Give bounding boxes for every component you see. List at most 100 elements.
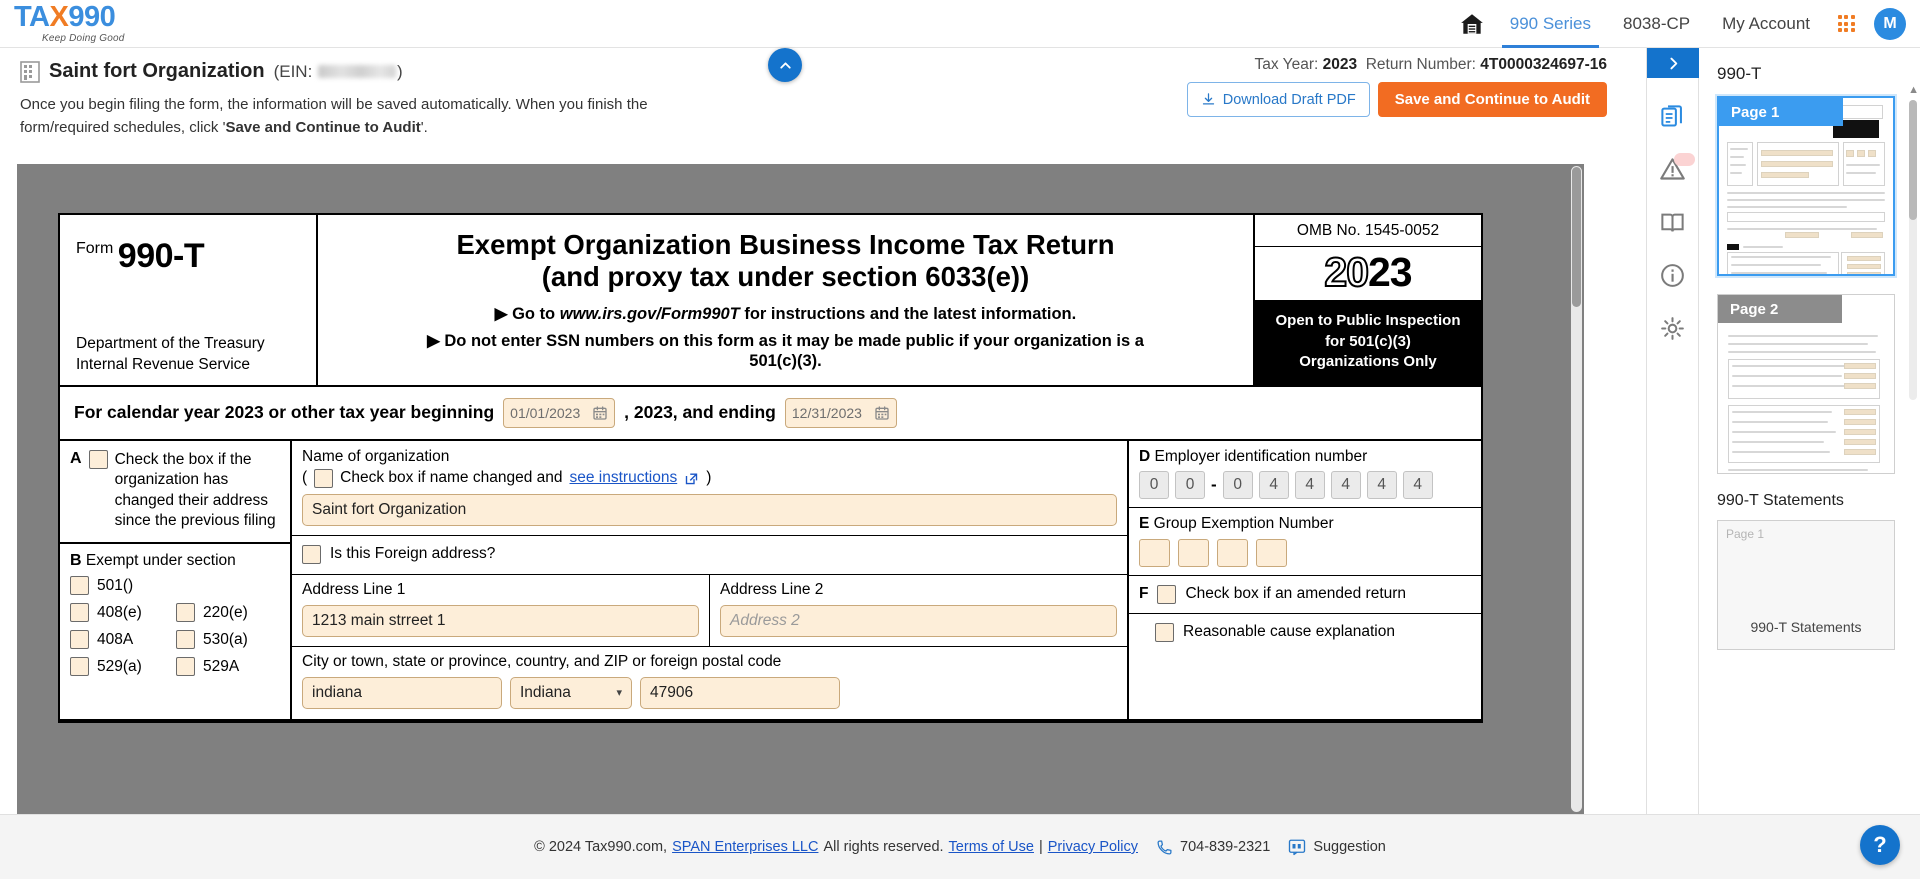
city-state-zip-label: City or town, state or province, country… (302, 653, 1117, 671)
nav-item-8038-cp[interactable]: 8038-CP (1607, 0, 1706, 48)
city-input[interactable]: indiana (302, 677, 502, 709)
group-exemption-digit[interactable] (1256, 539, 1287, 567)
city-state-zip-inputs: indiana Indiana ▾ 47906 (302, 677, 1117, 709)
tax-year-end-input[interactable]: 12/31/2023 (785, 398, 897, 428)
scroll-up-icon[interactable]: ▲ (1908, 84, 1919, 96)
nav-item-my-account[interactable]: My Account (1706, 0, 1826, 48)
address-line-1-label: Address Line 1 (302, 581, 699, 599)
help-button[interactable]: ? (1860, 825, 1900, 865)
section-a-letter: A (70, 450, 82, 532)
form-990t-page: Form 990-T Department of the Treasury In… (58, 213, 1483, 723)
checkbox-box[interactable] (70, 630, 89, 649)
calendar-icon (874, 405, 890, 421)
checkbox-529a-paren[interactable]: 529(a) (70, 657, 176, 676)
checkbox-501[interactable]: 501() (70, 576, 180, 595)
error-badge (1674, 153, 1695, 166)
city-state-zip-section: City or town, state or province, country… (292, 647, 1127, 719)
checkbox-408e[interactable]: 408(e) (70, 603, 176, 622)
building-icon (20, 61, 40, 83)
chevron-up-icon (777, 57, 794, 74)
pages-icon (1659, 103, 1686, 130)
rail-item-errors[interactable] (1647, 143, 1698, 196)
foreign-address-row: Is this Foreign address? (292, 536, 1127, 575)
checkbox-box[interactable] (70, 657, 89, 676)
address-line-2-cell: Address Line 2 Address 2 (710, 575, 1127, 646)
hint-text-2: '. (421, 119, 428, 136)
grid-apps-icon[interactable] (1826, 15, 1866, 32)
section-f-letter: F (1139, 585, 1148, 603)
section-b-row: 408A 530(a) (70, 630, 282, 649)
save-and-continue-button[interactable]: Save and Continue to Audit (1378, 82, 1607, 117)
form-word: Form (76, 240, 113, 258)
page-thumbnail-2[interactable]: Page 2 (1717, 294, 1895, 474)
address-lines-row: Address Line 1 1213 main strreet 1 Addre… (292, 575, 1127, 647)
reasonable-cause-checkbox[interactable] (1155, 623, 1174, 642)
page-thumbnail-1[interactable]: Page 1 (1717, 96, 1895, 276)
public-line-2: for 501(c)(3) (1261, 332, 1475, 353)
name-of-organization-section: Name of organization ( Check box if name… (292, 441, 1127, 536)
external-link-icon[interactable] (684, 471, 699, 486)
page-footer: © 2024 Tax990.com, SPAN Enterprises LLC … (0, 814, 1920, 879)
public-line-1: Open to Public Inspection (1261, 311, 1475, 332)
group-exemption-digit[interactable] (1217, 539, 1248, 567)
checkbox-box[interactable] (176, 657, 195, 676)
privacy-policy-link[interactable]: Privacy Policy (1048, 839, 1138, 855)
rail-item-pages[interactable] (1647, 90, 1698, 143)
address-line-2-input[interactable]: Address 2 (720, 605, 1117, 637)
amended-return-label: Check box if an amended return (1185, 585, 1406, 603)
app-logo[interactable]: TAX990 Keep Doing Good (14, 3, 144, 44)
checkbox-label: 501() (97, 577, 133, 595)
nav-item-990-series[interactable]: 990 Series (1494, 0, 1607, 48)
checkbox-box[interactable] (176, 630, 195, 649)
phone-number: 704-839-2321 (1180, 839, 1270, 855)
rail-item-instructions[interactable] (1647, 196, 1698, 249)
rail-item-settings[interactable] (1647, 302, 1698, 355)
span-enterprises-link[interactable]: SPAN Enterprises LLC (672, 839, 818, 855)
page-thumbnail-image[interactable]: Page 2 (1717, 294, 1895, 474)
foreign-address-label: Is this Foreign address? (330, 545, 495, 563)
statements-thumbnail[interactable]: Page 1 990-T Statements (1717, 520, 1895, 650)
checkbox-530a[interactable]: 530(a) (176, 630, 282, 649)
checkbox-529A[interactable]: 529A (176, 657, 282, 676)
copyright-text: © 2024 Tax990.com, (534, 839, 667, 855)
checkbox-408a[interactable]: 408A (70, 630, 176, 649)
checkbox-box[interactable] (70, 603, 89, 622)
download-draft-pdf-button[interactable]: Download Draft PDF (1187, 82, 1370, 117)
panel-scrollbar[interactable] (1909, 100, 1917, 400)
rights-text: All rights reserved. (823, 839, 943, 855)
home-icon[interactable] (1450, 11, 1494, 37)
organization-name: Saint fort Organization (49, 60, 265, 83)
foreign-address-checkbox[interactable] (302, 545, 321, 564)
zip-input[interactable]: 47906 (640, 677, 840, 709)
ein-digit: 0 (1139, 471, 1169, 499)
group-exemption-digit[interactable] (1178, 539, 1209, 567)
section-e-title-text: Group Exemption Number (1154, 515, 1334, 532)
section-d: D Employer identification number 0 0 - 0… (1129, 441, 1481, 508)
address-line-1-input[interactable]: 1213 main strreet 1 (302, 605, 699, 637)
ein-digit: 4 (1403, 471, 1433, 499)
tax-year-begin-input[interactable]: 01/01/2023 (503, 398, 615, 428)
suggestion-item[interactable]: Suggestion (1288, 838, 1386, 856)
section-a-checkbox[interactable] (89, 450, 108, 469)
form-scrollbar[interactable] (1571, 166, 1582, 812)
avatar[interactable]: M (1874, 8, 1906, 40)
page-thumbnail-image[interactable]: Page 1 (1717, 96, 1895, 276)
suggestion-label: Suggestion (1313, 839, 1386, 855)
collapse-header-button[interactable] (768, 48, 802, 82)
see-instructions-link[interactable]: see instructions (570, 469, 678, 487)
amended-return-checkbox[interactable] (1157, 585, 1176, 604)
terms-of-use-link[interactable]: Terms of Use (949, 839, 1034, 855)
checkbox-220e[interactable]: 220(e) (176, 603, 282, 622)
checkbox-box[interactable] (70, 576, 89, 595)
organization-name-input[interactable]: Saint fort Organization (302, 494, 1117, 526)
section-b-row: 501() (70, 576, 282, 595)
checkbox-box[interactable] (176, 603, 195, 622)
phone-item[interactable]: 704-839-2321 (1156, 839, 1270, 856)
section-b-row: 408(e) 220(e) (70, 603, 282, 622)
group-exemption-digit[interactable] (1139, 539, 1170, 567)
name-changed-checkbox[interactable] (314, 469, 333, 488)
zip-value: 47906 (650, 684, 693, 702)
rail-item-info[interactable] (1647, 249, 1698, 302)
expand-panel-button[interactable] (1647, 48, 1700, 78)
state-select[interactable]: Indiana ▾ (510, 677, 632, 709)
